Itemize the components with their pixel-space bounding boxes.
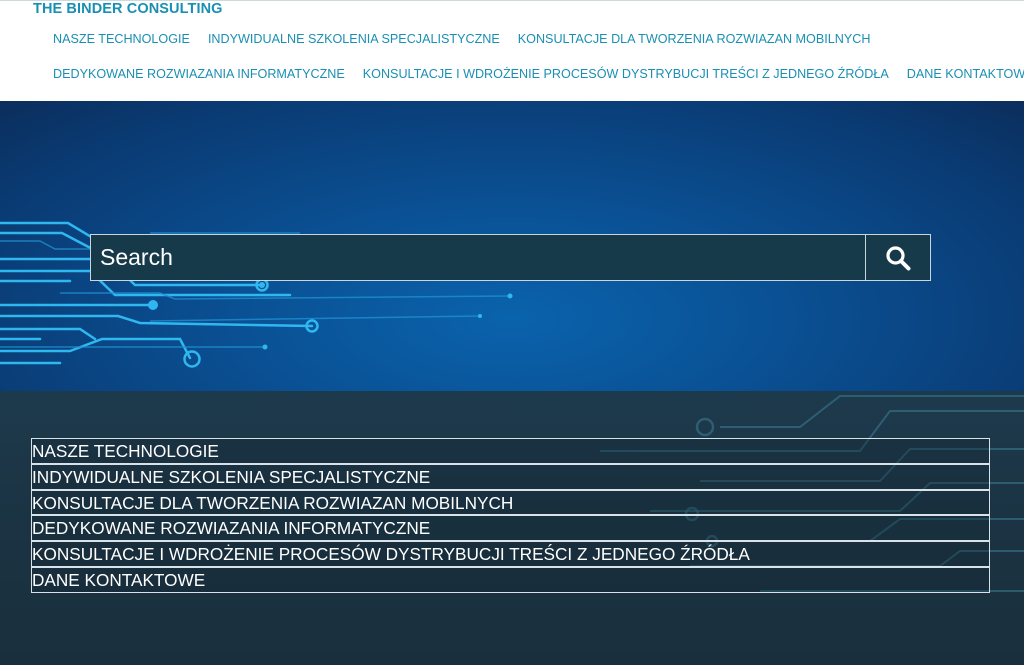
menu-item-dane-kontaktowe[interactable]: DANE KONTAKTOWE	[31, 566, 990, 593]
search-input[interactable]	[91, 235, 865, 280]
nav-link-dane-kontaktowe[interactable]: DANE KONTAKTOWE	[907, 67, 1024, 81]
menu-item-konsultacje-mobilne[interactable]: KONSULTACJE DLA TWORZENIA ROZWIAZAN MOBI…	[31, 489, 990, 516]
search-button[interactable]	[865, 235, 930, 280]
brand-logo[interactable]: THE BINDER CONSULTING	[33, 1, 223, 17]
hero-banner	[0, 101, 1024, 391]
lower-section: NASZE TECHNOLOGIE INDYWIDUALNE SZKOLENIA…	[0, 391, 1024, 665]
menu-item-nasze-technologie[interactable]: NASZE TECHNOLOGIE	[31, 438, 990, 464]
nav-link-szkolenia[interactable]: INDYWIDUALNE SZKOLENIA SPECJALISTYCZNE	[208, 32, 500, 46]
nav-link-dystrybucja-tresci[interactable]: KONSULTACJE I WDROŻENIE PROCESÓW DYSTRYB…	[363, 67, 889, 81]
menu-item-dystrybucja-tresci[interactable]: KONSULTACJE I WDROŻENIE PROCESÓW DYSTRYB…	[31, 541, 990, 567]
site-header: THE BINDER CONSULTING NASZE TECHNOLOGIE …	[0, 0, 1024, 104]
search-bar	[90, 234, 931, 281]
main-nav-row-1: NASZE TECHNOLOGIE INDYWIDUALNE SZKOLENIA…	[53, 32, 870, 46]
menu-item-szkolenia[interactable]: INDYWIDUALNE SZKOLENIA SPECJALISTYCZNE	[31, 463, 990, 490]
menu-item-dedykowane[interactable]: DEDYKOWANE ROZWIAZANIA INFORMATYCZNE	[31, 515, 990, 542]
nav-link-nasze-technologie[interactable]: NASZE TECHNOLOGIE	[53, 32, 190, 46]
menu-list: NASZE TECHNOLOGIE INDYWIDUALNE SZKOLENIA…	[31, 438, 990, 593]
search-icon	[886, 245, 911, 270]
main-nav-row-2: DEDYKOWANE ROZWIAZANIA INFORMATYCZNE KON…	[53, 67, 1024, 81]
nav-link-dedykowane[interactable]: DEDYKOWANE ROZWIAZANIA INFORMATYCZNE	[53, 67, 345, 81]
nav-link-konsultacje-mobilne[interactable]: KONSULTACJE DLA TWORZENIA ROZWIAZAN MOBI…	[518, 32, 871, 46]
